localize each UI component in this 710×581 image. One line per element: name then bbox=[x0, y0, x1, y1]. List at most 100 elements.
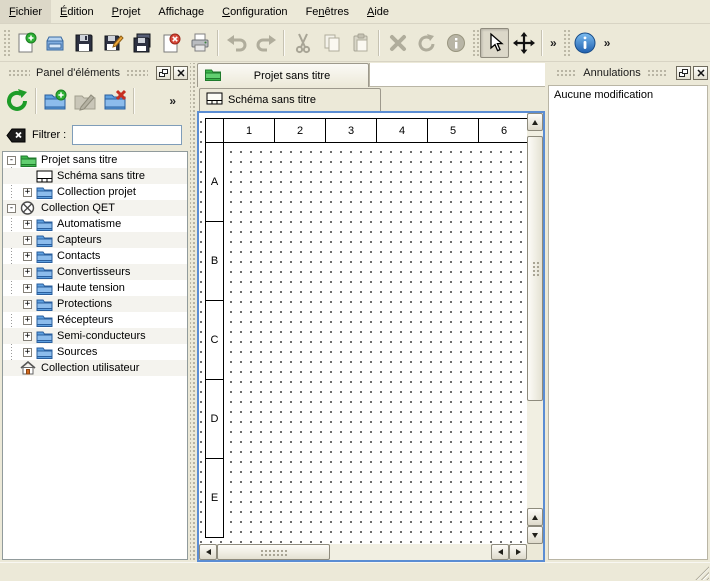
save-all-button[interactable] bbox=[127, 28, 156, 58]
tree-item-capteurs[interactable]: + Capteurs bbox=[3, 232, 187, 248]
copy-button[interactable] bbox=[317, 28, 346, 58]
main-area: Panel d'éléments bbox=[0, 63, 710, 562]
dock-close-button[interactable] bbox=[173, 66, 188, 80]
schema-canvas[interactable]: 1 2 3 4 5 6 A B C D E bbox=[199, 113, 527, 544]
expander-icon[interactable]: + bbox=[23, 188, 32, 197]
tree-item-haute-tension[interactable]: + Haute tension bbox=[3, 280, 187, 296]
menu-affichage[interactable]: Affichage bbox=[149, 0, 213, 23]
expander-icon[interactable]: - bbox=[7, 204, 16, 213]
print-button[interactable] bbox=[185, 28, 214, 58]
tree-item-collection-projet[interactable]: + Collection projet bbox=[3, 184, 187, 200]
expander-icon[interactable]: + bbox=[23, 332, 32, 341]
expander-icon[interactable]: + bbox=[23, 348, 32, 357]
expander-icon[interactable]: + bbox=[23, 236, 32, 245]
selection-mode-button[interactable] bbox=[480, 28, 509, 58]
toolbar-handle[interactable] bbox=[562, 28, 570, 58]
tree-item-schema-sans-titre[interactable]: Schéma sans titre bbox=[3, 168, 187, 184]
delete-category-button[interactable] bbox=[100, 86, 130, 116]
blue-folder-icon bbox=[36, 250, 54, 263]
blue-folder-icon bbox=[36, 330, 54, 343]
rotate-button[interactable] bbox=[412, 28, 441, 58]
undo-panel-titlebar[interactable]: Annulations bbox=[548, 63, 710, 83]
tree-item-collection-utilisateur[interactable]: Collection utilisateur bbox=[3, 360, 187, 376]
new-category-button[interactable] bbox=[40, 86, 70, 116]
toolbar-handle[interactable] bbox=[471, 28, 479, 58]
dock-handle-texture bbox=[647, 69, 668, 77]
tree-item-recepteurs[interactable]: + Récepteurs bbox=[3, 312, 187, 328]
undo-list-item[interactable]: Aucune modification bbox=[549, 86, 707, 104]
scroll-up-button[interactable] bbox=[527, 113, 543, 131]
pan-mode-button[interactable] bbox=[509, 28, 538, 58]
tree-item-collection-qet[interactable]: - Collection QET bbox=[3, 200, 187, 216]
clear-filter-icon[interactable] bbox=[6, 128, 26, 143]
information-button[interactable] bbox=[571, 28, 600, 58]
expander-icon[interactable]: + bbox=[23, 252, 32, 261]
vertical-scrollbar[interactable] bbox=[527, 113, 543, 544]
expander-icon[interactable]: + bbox=[23, 220, 32, 229]
menu-aide[interactable]: Aide bbox=[358, 0, 398, 23]
tree-item-contacts[interactable]: + Contacts bbox=[3, 248, 187, 264]
new-file-button[interactable] bbox=[11, 28, 40, 58]
save-button[interactable] bbox=[69, 28, 98, 58]
menu-edition[interactable]: Édition bbox=[51, 0, 103, 23]
reload-collections-button[interactable] bbox=[2, 86, 32, 116]
dock-close-button[interactable] bbox=[693, 66, 708, 80]
delete-button[interactable] bbox=[383, 28, 412, 58]
expander-icon[interactable]: + bbox=[23, 268, 32, 277]
toolbar-overflow-chevron[interactable]: » bbox=[600, 36, 615, 50]
splitter-handle[interactable] bbox=[190, 63, 197, 562]
elements-panel-title: Panel d'éléments bbox=[36, 67, 120, 79]
elements-panel-titlebar[interactable]: Panel d'éléments bbox=[0, 63, 190, 83]
horizontal-scroll-thumb[interactable] bbox=[217, 544, 330, 560]
arrow-left-icon bbox=[498, 549, 503, 555]
toolbar-separator bbox=[133, 88, 135, 114]
tab-projet-sans-titre[interactable]: Projet sans titre bbox=[197, 63, 369, 87]
menu-fichier[interactable]: Fichier bbox=[0, 0, 51, 23]
toolbar-overflow-chevron[interactable]: » bbox=[546, 36, 561, 50]
tree-item-automatisme[interactable]: + Automatisme bbox=[3, 216, 187, 232]
menu-configuration[interactable]: Configuration bbox=[213, 0, 296, 23]
scroll-down-button[interactable] bbox=[527, 526, 543, 544]
menu-projet[interactable]: Projet bbox=[103, 0, 150, 23]
properties-button[interactable] bbox=[441, 28, 470, 58]
expander-icon[interactable]: + bbox=[23, 316, 32, 325]
tabbar-empty-area bbox=[369, 63, 545, 87]
open-file-button[interactable] bbox=[40, 28, 69, 58]
arrow-up-icon bbox=[532, 515, 538, 520]
tree-item-convertisseurs[interactable]: + Convertisseurs bbox=[3, 264, 187, 280]
resize-grip[interactable] bbox=[695, 566, 709, 580]
vertical-scroll-thumb[interactable] bbox=[527, 136, 543, 401]
tree-item-semi-conducteurs[interactable]: + Semi-conducteurs bbox=[3, 328, 187, 344]
edit-category-button[interactable] bbox=[70, 86, 100, 116]
tree-item-sources[interactable]: + Sources bbox=[3, 344, 187, 360]
schema-view[interactable]: 1 2 3 4 5 6 A B C D E bbox=[197, 111, 545, 562]
tree-item-protections[interactable]: + Protections bbox=[3, 296, 187, 312]
horizontal-scrollbar[interactable] bbox=[199, 544, 527, 560]
scroll-up-button-2[interactable] bbox=[527, 508, 543, 526]
grid-row-label: B bbox=[206, 221, 223, 300]
redo-button[interactable] bbox=[251, 28, 280, 58]
scroll-right-button[interactable] bbox=[509, 544, 527, 560]
toolbar-handle[interactable] bbox=[2, 28, 10, 58]
redo-icon bbox=[255, 32, 277, 54]
panel-overflow-chevron[interactable]: » bbox=[165, 94, 180, 108]
tree-item-projet-sans-titre[interactable]: - Projet sans titre bbox=[3, 152, 187, 168]
grid-column-label: 5 bbox=[427, 119, 478, 142]
menu-fenetres[interactable]: Fenêtres bbox=[297, 0, 358, 23]
expander-icon[interactable]: + bbox=[23, 284, 32, 293]
close-file-button[interactable] bbox=[156, 28, 185, 58]
save-as-button[interactable] bbox=[98, 28, 127, 58]
filter-input[interactable] bbox=[72, 125, 182, 145]
delete-icon bbox=[387, 32, 409, 54]
undo-button[interactable] bbox=[222, 28, 251, 58]
expander-icon[interactable]: + bbox=[23, 300, 32, 309]
scroll-left-button[interactable] bbox=[199, 544, 217, 560]
undo-history-list[interactable]: Aucune modification bbox=[548, 85, 708, 560]
cut-button[interactable] bbox=[288, 28, 317, 58]
tab-schema-sans-titre[interactable]: Schéma sans titre bbox=[199, 88, 381, 111]
expander-icon[interactable]: - bbox=[7, 156, 16, 165]
scroll-left-button-2[interactable] bbox=[491, 544, 509, 560]
dock-float-button[interactable] bbox=[676, 66, 691, 80]
paste-button[interactable] bbox=[346, 28, 375, 58]
dock-float-button[interactable] bbox=[156, 66, 171, 80]
